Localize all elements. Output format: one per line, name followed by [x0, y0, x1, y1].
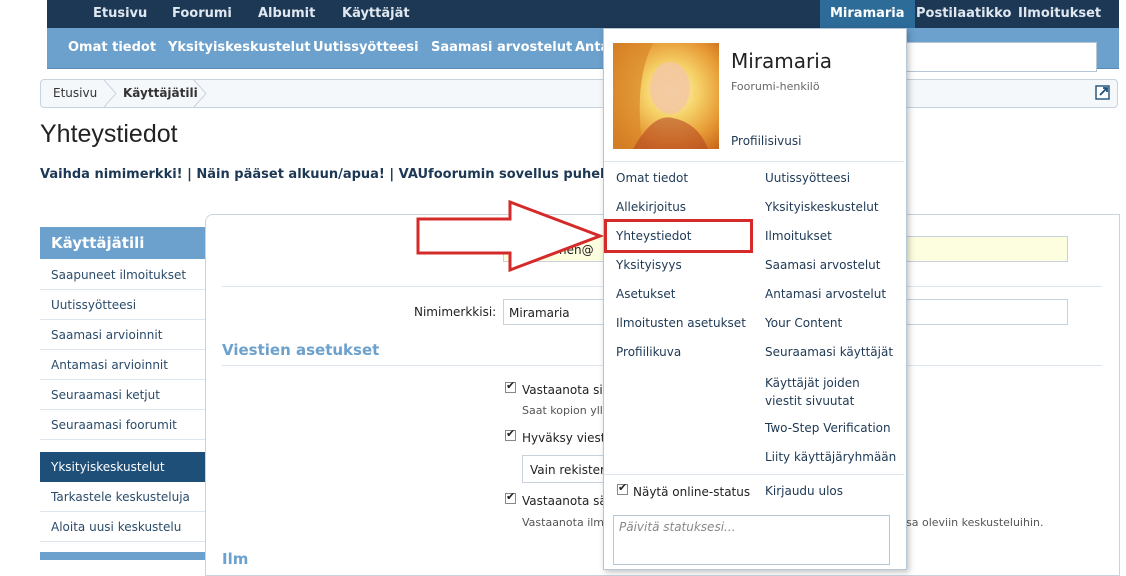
highlight-box [604, 219, 753, 253]
section-heading-viestien-asetukset: Viestien asetukset [222, 341, 380, 359]
subnav-omat-tiedot[interactable]: Omat tiedot [68, 28, 156, 68]
subnav-uutissyotteesi[interactable]: Uutissyötteesi [313, 28, 419, 68]
sidebar-item-uutissyotteesi[interactable]: Uutissyötteesi [40, 290, 205, 320]
nav-etusivu[interactable]: Etusivu [93, 0, 147, 28]
menu-item-sivuutetut-kayttajat[interactable]: Käyttäjät joiden viestit sivuutat [765, 374, 895, 410]
page-title: Yhteystiedot [40, 120, 178, 148]
subnav-saamasi-arvostelut[interactable]: Saamasi arvostelut [431, 28, 572, 68]
menu-divider [604, 161, 904, 162]
nickname-field-value: Miramaria [509, 306, 570, 320]
top-navigation-bar: Etusivu Foorumi Albumit Käyttäjät Mirama… [47, 0, 1119, 28]
breadcrumb-separator-icon [193, 79, 207, 108]
menu-item-two-step-verification[interactable]: Two-Step Verification [765, 421, 891, 435]
nav-foorumi[interactable]: Foorumi [172, 0, 232, 28]
sidebar-item-saamasi-arvioinnit[interactable]: Saamasi arvioinnit [40, 320, 205, 350]
menu-item-allekirjoitus[interactable]: Allekirjoitus [616, 200, 686, 214]
privacy-select-value: Vain rekister [530, 463, 605, 477]
sidebar-item-saapuneet-ilmoitukset[interactable]: Saapuneet ilmoitukset [40, 260, 205, 290]
menu-profile-link[interactable]: Profiilisivusi [731, 134, 801, 148]
option-label-1: Vastaanota siv [522, 383, 610, 397]
option-hint-3-tail: sa oleviin keskusteluihin. [906, 516, 1044, 529]
menu-item-saamasi-arvostelut[interactable]: Saamasi arvostelut [765, 258, 880, 272]
online-status-checkbox[interactable] [617, 481, 628, 495]
menu-item-antamasi-arvostelut[interactable]: Antamasi arvostelut [765, 287, 886, 301]
nav-ilmoitukset[interactable]: Ilmoitukset [1018, 0, 1101, 28]
menu-item-seuraamasi-kayttajat[interactable]: Seuraamasi käyttäjät [765, 345, 893, 359]
sidebar-next-heading [40, 552, 205, 560]
announcement-links[interactable]: Vaihda nimimerkki! | Näin pääset alkuun/… [40, 167, 610, 182]
option-checkbox-2[interactable] [505, 427, 516, 441]
nav-albumit[interactable]: Albumit [258, 0, 315, 28]
menu-item-ilmoitukset[interactable]: Ilmoitukset [765, 229, 832, 243]
menu-item-omat-tiedot[interactable]: Omat tiedot [616, 171, 688, 185]
menu-item-your-content[interactable]: Your Content [765, 316, 842, 330]
menu-item-ilmoitusten-asetukset[interactable]: Ilmoitusten asetukset [616, 316, 746, 330]
avatar[interactable] [613, 43, 719, 149]
status-update-input[interactable]: Päivitä statuksesi... [613, 515, 890, 565]
online-status-label: Näytä online-status [633, 485, 751, 499]
pointer-arrow-icon [416, 199, 605, 273]
nav-postilaatikko[interactable]: Postilaatikko [916, 0, 1011, 28]
sidebar-heading-kayttajatili: Käyttäjätili [40, 227, 205, 259]
option-hint-3: Vastaanota ilm [522, 516, 605, 529]
menu-item-liity-kayttajaryhmaan[interactable]: Liity käyttäjäryhmään [765, 450, 896, 464]
breadcrumb-separator-icon [103, 79, 117, 108]
section-heading-ilmoitukset: Ilm [222, 550, 249, 568]
subnav-yksityiskeskustelut[interactable]: Yksityiskeskustelut [168, 28, 311, 68]
menu-item-asetukset[interactable]: Asetukset [616, 287, 675, 301]
nav-user-menu[interactable]: Miramaria [820, 0, 915, 28]
sidebar-item-seuraamasi-foorumit[interactable]: Seuraamasi foorumit [40, 410, 205, 440]
sidebar-heading-yksityiskeskustelut[interactable]: Yksityiskeskustelut [40, 452, 205, 482]
menu-user-role: Foorumi-henkilö [731, 80, 820, 93]
nav-kayttajat[interactable]: Käyttäjät [342, 0, 410, 28]
menu-item-kirjaudu-ulos[interactable]: Kirjaudu ulos [765, 484, 843, 498]
option-label-2: Hyväksy viestit [522, 431, 614, 445]
menu-item-uutissyotteesi[interactable]: Uutissyötteesi [765, 171, 850, 185]
menu-username: Miramaria [731, 49, 833, 73]
sidebar-item-tarkastele-keskusteluja[interactable]: Tarkastele keskusteluja [40, 482, 205, 512]
external-link-icon[interactable] [1095, 84, 1111, 100]
menu-item-yksityisyys[interactable]: Yksityisyys [616, 258, 682, 272]
nickname-label: Nimimerkkisi: [414, 305, 497, 319]
option-hint-1: Saat kopion yll [522, 404, 603, 417]
breadcrumb-etusivu[interactable]: Etusivu [53, 80, 97, 107]
sidebar-item-seuraamasi-ketjut[interactable]: Seuraamasi ketjut [40, 380, 205, 410]
sidebar-item-antamasi-arvioinnit[interactable]: Antamasi arvioinnit [40, 350, 205, 380]
menu-item-profiilikuva[interactable]: Profiilikuva [616, 345, 681, 359]
breadcrumb-kayttajatili[interactable]: Käyttäjätili [123, 80, 198, 107]
option-label-3: Vastaanota sä [522, 494, 607, 508]
option-checkbox-1[interactable] [505, 379, 516, 393]
menu-divider [604, 474, 904, 475]
sidebar-item-aloita-uusi-keskustelu[interactable]: Aloita uusi keskustelu [40, 512, 205, 542]
option-checkbox-3[interactable] [505, 490, 516, 504]
menu-item-yksityiskeskustelut[interactable]: Yksityiskeskustelut [765, 200, 879, 214]
